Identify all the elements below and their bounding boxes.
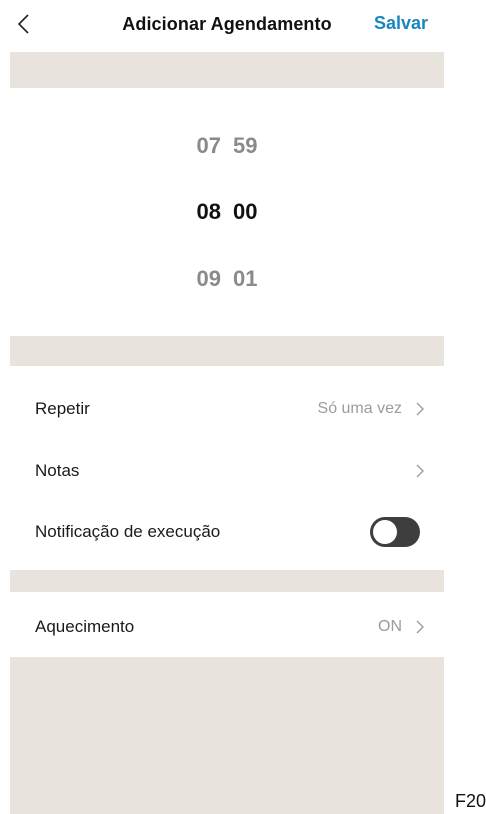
hour-value: 07 xyxy=(196,133,221,158)
figure-code-label: F20 xyxy=(455,791,486,811)
page: Adicionar Agendamento Salvar 07 59 08 00 0… xyxy=(0,0,486,814)
save-button[interactable]: Salvar xyxy=(374,13,428,34)
notes-row[interactable]: Notas xyxy=(10,440,444,502)
toggle-knob xyxy=(373,520,397,544)
add-schedule-screen: Adicionar Agendamento Salvar 07 59 08 00 0… xyxy=(10,0,444,814)
chevron-right-icon xyxy=(416,464,424,478)
heating-label: Aquecimento xyxy=(35,617,135,636)
time-option-previous[interactable]: 07 59 xyxy=(10,126,444,166)
section-divider xyxy=(10,336,444,366)
notification-row: Notificação de execução xyxy=(10,501,444,563)
repeat-label: Repetir xyxy=(35,399,90,418)
heating-value: ON xyxy=(378,618,402,635)
time-option-next[interactable]: 09 01 xyxy=(10,259,444,299)
section-divider xyxy=(10,570,444,592)
time-picker[interactable]: 07 59 08 00 09 01 xyxy=(10,88,444,336)
time-option-selected[interactable]: 08 00 xyxy=(10,192,444,232)
notification-toggle[interactable] xyxy=(370,517,420,547)
repeat-row[interactable]: Repetir Só uma vez xyxy=(10,378,444,440)
bottom-empty-area xyxy=(10,657,444,814)
notes-label: Notas xyxy=(35,461,80,480)
chevron-right-icon xyxy=(416,402,424,416)
minute-value: 59 xyxy=(233,133,258,158)
chevron-right-icon xyxy=(416,620,424,634)
hour-value: 08 xyxy=(196,199,221,224)
header-bar: Adicionar Agendamento Salvar xyxy=(10,0,444,52)
heating-row[interactable]: Aquecimento ON xyxy=(10,596,444,658)
section-divider xyxy=(10,52,444,88)
notification-label: Notificação de execução xyxy=(35,522,221,541)
repeat-value: Só uma vez xyxy=(317,400,402,417)
minute-value: 01 xyxy=(233,266,258,291)
hour-value: 09 xyxy=(196,266,221,291)
minute-value: 00 xyxy=(233,199,258,224)
